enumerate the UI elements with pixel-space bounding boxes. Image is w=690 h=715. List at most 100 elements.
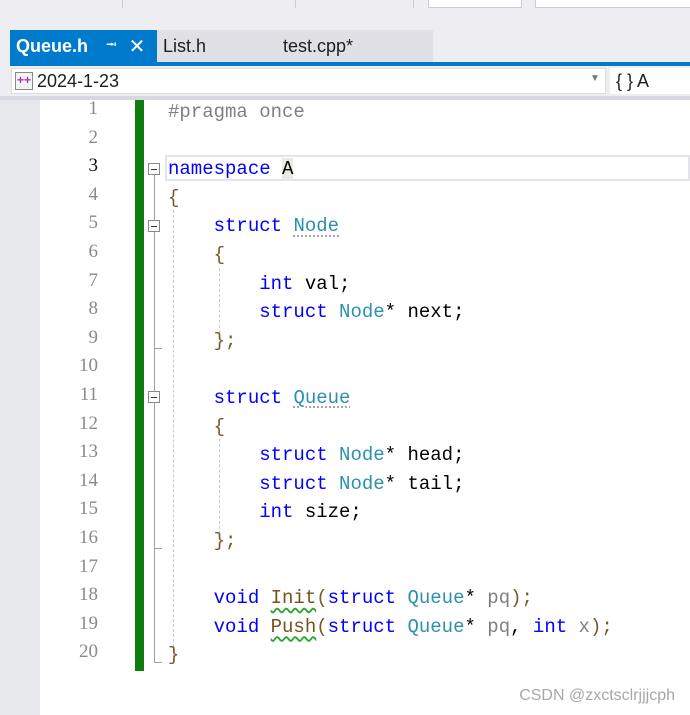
- line-number: 12: [79, 412, 98, 434]
- code-token: Queue: [293, 387, 351, 409]
- code-token: namespace: [168, 158, 283, 181]
- code-line[interactable]: namespace A: [168, 155, 294, 183]
- collapse-icon[interactable]: [148, 391, 160, 403]
- code-token: (: [316, 587, 328, 610]
- code-token: {: [168, 186, 180, 209]
- code-token: int: [532, 615, 579, 638]
- tab-label: List.h: [163, 35, 207, 56]
- line-number: 18: [79, 584, 98, 606]
- code-token: A: [282, 158, 294, 181]
- code-line[interactable]: }: [168, 641, 179, 669]
- collapse-icon[interactable]: [148, 220, 160, 232]
- scope-dropdown[interactable]: ++ 2024-1-23 ▼: [11, 68, 606, 94]
- code-token: Node: [339, 301, 385, 324]
- scope-value: 2024-1-23: [37, 70, 120, 91]
- code-line[interactable]: struct Node* head;: [168, 441, 464, 469]
- code-token: * head;: [384, 444, 465, 467]
- code-line[interactable]: void Push(struct Queue* pq, int x);: [168, 613, 613, 641]
- line-number: 16: [79, 527, 98, 548]
- line-number: 5: [88, 212, 99, 234]
- code-token: x: [578, 615, 590, 638]
- code-token: struct: [259, 301, 340, 324]
- fold-end: [154, 548, 162, 549]
- code-token: }: [168, 644, 180, 667]
- code-token: Init: [270, 587, 317, 610]
- code-line[interactable]: };: [168, 527, 237, 555]
- line-number: 14: [79, 469, 98, 491]
- toolbar-separator: [413, 0, 414, 8]
- tab-label: test.cpp*: [283, 35, 354, 56]
- code-line[interactable]: {: [168, 241, 225, 269]
- code-token: struct: [213, 387, 294, 409]
- member-dropdown[interactable]: { } A: [610, 68, 690, 94]
- code-token: (: [316, 615, 328, 638]
- code-token: struct: [259, 444, 340, 467]
- code-line[interactable]: struct Node* tail;: [168, 470, 464, 498]
- tab-test-cpp[interactable]: test.cpp*: [277, 30, 433, 62]
- indicator-margin: [0, 96, 40, 715]
- tab-queue-h[interactable]: Queue.h ⭲ ✕: [10, 30, 157, 62]
- toolbar-dropdown[interactable]: [535, 0, 690, 8]
- toolbar-separator: [295, 0, 296, 8]
- line-number: 17: [79, 555, 98, 577]
- fold-end: [154, 662, 162, 663]
- toolbar-separator: [122, 0, 123, 8]
- code-token: Push: [270, 615, 317, 638]
- code-editor[interactable]: 1 2 3 4 5 6 7 8 9 10 11 12 13 14 15 16 17 18 19 20 #pragma …: [0, 96, 690, 715]
- code-token: struct: [327, 615, 408, 638]
- code-token: Node: [339, 472, 385, 495]
- code-token: pq: [487, 587, 511, 610]
- code-line[interactable]: {: [168, 184, 179, 212]
- code-token: {: [213, 415, 226, 438]
- code-token: struct: [327, 587, 408, 610]
- close-icon[interactable]: ✕: [129, 34, 146, 59]
- code-token: Node: [293, 215, 340, 238]
- line-number: 1: [88, 98, 99, 119]
- code-token: * tail;: [384, 472, 465, 495]
- code-line[interactable]: void Init(struct Queue* pq);: [168, 584, 533, 612]
- code-line[interactable]: struct Node* next;: [168, 298, 464, 326]
- code-token: * next;: [384, 301, 465, 324]
- line-number: 10: [79, 355, 98, 377]
- code-token: struct: [259, 472, 340, 495]
- toolbar: [0, 0, 690, 10]
- code-line[interactable]: };: [168, 327, 237, 355]
- code-token: void: [213, 615, 271, 638]
- code-token: );: [510, 587, 533, 610]
- code-token: *: [464, 615, 488, 638]
- member-value: { } A: [616, 70, 650, 91]
- line-number: 6: [88, 241, 99, 262]
- line-number: 7: [88, 269, 99, 291]
- editor-top-border: [0, 96, 690, 100]
- tab-list-h[interactable]: List.h: [157, 30, 277, 62]
- code-token: Node: [339, 444, 385, 467]
- code-line[interactable]: #pragma once: [168, 98, 305, 126]
- chevron-down-icon[interactable]: ▼: [590, 73, 600, 84]
- line-number: 9: [88, 326, 99, 348]
- code-token: {: [213, 244, 226, 266]
- code-token: *: [464, 587, 488, 610]
- line-number: 15: [79, 498, 98, 520]
- line-number: 11: [79, 384, 98, 405]
- watermark: CSDN @zxctsclrjjjcph: [519, 687, 675, 704]
- code-line[interactable]: int val;: [168, 270, 350, 298]
- code-token: size;: [304, 501, 362, 524]
- code-line[interactable]: {: [168, 413, 225, 441]
- change-tracking-bar: [135, 100, 144, 671]
- code-line[interactable]: struct Node: [168, 212, 339, 240]
- pin-icon[interactable]: ⭲: [106, 34, 117, 58]
- toolbar-dropdown[interactable]: [428, 0, 522, 8]
- code-line[interactable]: int size;: [168, 498, 362, 526]
- collapse-icon[interactable]: [148, 163, 160, 175]
- code-line[interactable]: struct Queue: [168, 384, 351, 412]
